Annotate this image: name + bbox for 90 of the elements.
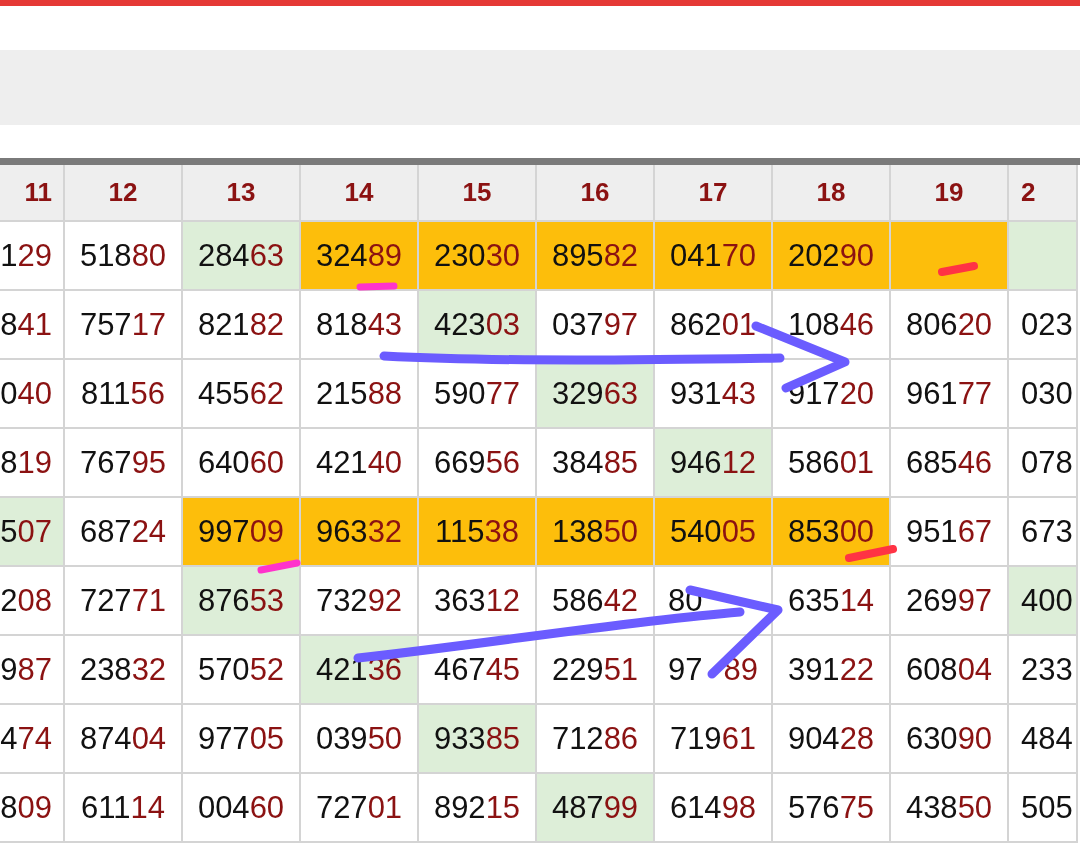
table-cell: 030 bbox=[1009, 360, 1078, 429]
table-cell: 39122 bbox=[773, 636, 891, 705]
table-cell: 26997 bbox=[891, 567, 1009, 636]
column-header: 18 bbox=[773, 165, 891, 222]
table-cell: 73292 bbox=[301, 567, 419, 636]
dash-mark bbox=[845, 545, 897, 562]
table-cell: 23030 bbox=[419, 222, 537, 291]
table-cell: 078 bbox=[1009, 429, 1078, 498]
table-cell: 38485 bbox=[537, 429, 655, 498]
underline-mark bbox=[257, 559, 301, 574]
table-cell: 87404 bbox=[65, 705, 183, 774]
table-cell: 94612 bbox=[655, 429, 773, 498]
table-cell: 57675 bbox=[773, 774, 891, 843]
table-cell: 400 bbox=[1009, 567, 1078, 636]
table-cell: 93385 bbox=[419, 705, 537, 774]
table-cell: 32489 bbox=[301, 222, 419, 291]
table-cell: 04170 bbox=[655, 222, 773, 291]
table-cell: 97705 bbox=[183, 705, 301, 774]
table-cell: 82182 bbox=[183, 291, 301, 360]
table-cell: 48799 bbox=[537, 774, 655, 843]
table-cell: 233 bbox=[1009, 636, 1078, 705]
table-cell: 80620 bbox=[891, 291, 1009, 360]
column-header: 15 bbox=[419, 165, 537, 222]
table-cell: 841 bbox=[0, 291, 65, 360]
table-cell: 43850 bbox=[891, 774, 1009, 843]
dash-mark bbox=[938, 262, 978, 276]
table-cell: 484 bbox=[1009, 705, 1078, 774]
table-cell: 45562 bbox=[183, 360, 301, 429]
column-header: 13 bbox=[183, 165, 301, 222]
table-cell: 63090 bbox=[891, 705, 1009, 774]
table-cell: 75717 bbox=[65, 291, 183, 360]
table-cell: 13850 bbox=[537, 498, 655, 567]
table-cell: 90428 bbox=[773, 705, 891, 774]
table-cell: 819 bbox=[0, 429, 65, 498]
table-cell: 21588 bbox=[301, 360, 419, 429]
table-cell: 60804 bbox=[891, 636, 1009, 705]
table-cell: 58601 bbox=[773, 429, 891, 498]
column-header: 14 bbox=[301, 165, 419, 222]
column-header: 2 bbox=[1009, 165, 1078, 222]
table-cell: 507 bbox=[0, 498, 65, 567]
column-header: 19 bbox=[891, 165, 1009, 222]
table-cell: 71961 bbox=[655, 705, 773, 774]
table-cell: 809 bbox=[0, 774, 65, 843]
table-cell: 208 bbox=[0, 567, 65, 636]
table-cell: 474 bbox=[0, 705, 65, 774]
table-cell: 81843 bbox=[301, 291, 419, 360]
table-cell: 66956 bbox=[419, 429, 537, 498]
table-cell: 61498 bbox=[655, 774, 773, 843]
table-cell: 99709 bbox=[183, 498, 301, 567]
table-cell: 85300 bbox=[773, 498, 891, 567]
table-cell: 87653 bbox=[183, 567, 301, 636]
table-cell: 71286 bbox=[537, 705, 655, 774]
table-cell: 89582 bbox=[537, 222, 655, 291]
table-cell: 673 bbox=[1009, 498, 1078, 567]
underline-mark bbox=[356, 282, 398, 291]
table-cell: 96177 bbox=[891, 360, 1009, 429]
table-cell: 36312 bbox=[419, 567, 537, 636]
table-cell: 68724 bbox=[65, 498, 183, 567]
table-cell: 023 bbox=[1009, 291, 1078, 360]
table-cell: 129 bbox=[0, 222, 65, 291]
table-cell: 93143 bbox=[655, 360, 773, 429]
table-cell: 64060 bbox=[183, 429, 301, 498]
table-cell: 42140 bbox=[301, 429, 419, 498]
table-cell: 96332 bbox=[301, 498, 419, 567]
column-header: 16 bbox=[537, 165, 655, 222]
table-cell: 76795 bbox=[65, 429, 183, 498]
table-cell: 95167 bbox=[891, 498, 1009, 567]
table-cell: 51880 bbox=[65, 222, 183, 291]
table-cell: 11538 bbox=[419, 498, 537, 567]
table-cell: 23832 bbox=[65, 636, 183, 705]
table-cell: 72771 bbox=[65, 567, 183, 636]
table-cell: 03950 bbox=[301, 705, 419, 774]
table-cell: 72701 bbox=[301, 774, 419, 843]
table-cell: 505 bbox=[1009, 774, 1078, 843]
table-cell: 89215 bbox=[419, 774, 537, 843]
table-cell: 28463 bbox=[183, 222, 301, 291]
table-cell: 81156 bbox=[65, 360, 183, 429]
table-cell: 040 bbox=[0, 360, 65, 429]
column-header: 12 bbox=[65, 165, 183, 222]
table-cell: 20290 bbox=[773, 222, 891, 291]
column-header: 11 bbox=[0, 165, 65, 222]
table-cell: 57052 bbox=[183, 636, 301, 705]
table-cell: 54005 bbox=[655, 498, 773, 567]
table-cell: 68546 bbox=[891, 429, 1009, 498]
column-header: 17 bbox=[655, 165, 773, 222]
table-cell: 987 bbox=[0, 636, 65, 705]
table-cell: 61114 bbox=[65, 774, 183, 843]
table-cell: 00460 bbox=[183, 774, 301, 843]
table-cell: 63514 bbox=[773, 567, 891, 636]
table-cell: 22951 bbox=[537, 636, 655, 705]
